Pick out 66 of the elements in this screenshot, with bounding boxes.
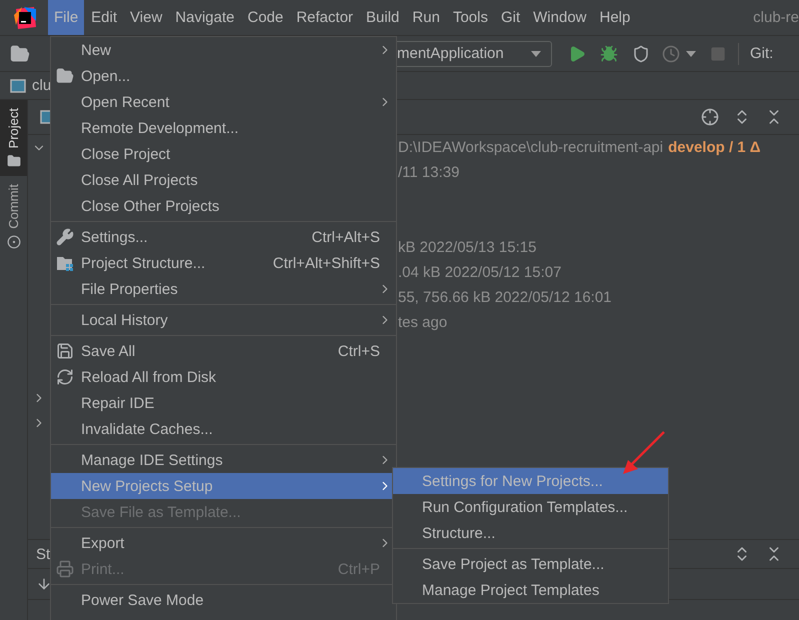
menu-title[interactable]: Build	[360, 0, 406, 35]
module-icon	[10, 78, 26, 92]
menu-item[interactable]: Run Configuration Templates...	[393, 494, 668, 520]
caret-icon	[531, 50, 541, 56]
shortcut-label: Ctrl+Alt+Shift+S	[272, 254, 380, 272]
menu-title[interactable]: Run	[406, 0, 446, 35]
menu-title[interactable]: Tools	[446, 0, 494, 35]
menu-title[interactable]: Window	[527, 0, 592, 35]
printer-icon	[56, 560, 74, 578]
menu-item[interactable]: Invalidate Caches...	[51, 416, 396, 442]
tree-item-text: kB 2022/05/13 15:15	[398, 239, 536, 256]
menu-item[interactable]: File Properties	[51, 276, 396, 302]
menu-item[interactable]: Structure...	[393, 520, 668, 546]
git-label: Git:	[750, 45, 774, 62]
annotation-arrow	[620, 430, 666, 476]
wrench-icon	[56, 228, 74, 246]
panel-title: St	[36, 546, 50, 562]
tree-item-text: /11 13:39	[398, 164, 460, 181]
menu-item[interactable]: Open Recent	[51, 89, 396, 115]
menu-item[interactable]: Repair IDE	[51, 390, 396, 416]
coverage-icon[interactable]	[632, 44, 650, 62]
save-icon	[56, 342, 74, 360]
tool-window-tab[interactable]: Commit	[0, 176, 27, 258]
menu-item[interactable]: Power Save Mode	[51, 587, 396, 613]
menu-item[interactable]: Settings... Ctrl+Alt+S	[51, 224, 396, 250]
app-logo-icon	[14, 6, 36, 28]
breadcrumb-item[interactable]: clu	[32, 77, 52, 94]
menu-item[interactable]: Save Project as Template...	[393, 551, 668, 577]
caret-icon[interactable]	[686, 50, 696, 56]
menu-item[interactable]: Close Other Projects	[51, 193, 396, 219]
commit-icon	[6, 235, 20, 250]
window-title: club-re	[753, 8, 799, 28]
menu-item[interactable]: Export	[51, 530, 396, 556]
shortcut-label: Ctrl+Alt+S	[312, 228, 380, 246]
menu-item[interactable]: Close Project	[51, 141, 396, 167]
menu-title[interactable]: View	[124, 0, 168, 35]
menu-title[interactable]: Help	[594, 0, 636, 35]
menu-item[interactable]: Close All Projects	[51, 167, 396, 193]
menu-item[interactable]: Local History	[51, 307, 396, 333]
sort-icon[interactable]	[36, 576, 52, 592]
menu-title[interactable]: Edit	[85, 0, 124, 35]
folder-open-icon	[56, 67, 74, 85]
tool-window-tab[interactable]: Project	[0, 100, 27, 176]
menu-item[interactable]: Manage IDE Settings	[51, 447, 396, 473]
menu-title[interactable]: Code	[241, 0, 290, 35]
run-icon[interactable]	[568, 44, 586, 62]
menu-item[interactable]: Project Structure... Ctrl+Alt+Shift+S	[51, 250, 396, 276]
menu-title[interactable]: Git	[494, 0, 526, 35]
refresh-icon	[56, 368, 74, 386]
folder-open-icon[interactable]	[10, 44, 30, 64]
tree-item-text: D:\IDEAWorkspace\club-recruitment-api	[398, 139, 664, 156]
menu-title[interactable]: Refactor	[290, 0, 360, 35]
tree-item-text: tes ago	[398, 314, 448, 331]
branch-label: develop / 1 Δ	[668, 139, 761, 156]
menu-item[interactable]: Manage Project Templates	[393, 577, 668, 603]
menu-title[interactable]: Navigate	[169, 0, 240, 35]
project-structure-icon	[56, 254, 74, 272]
menu-item[interactable]: Remote Development...	[51, 115, 396, 141]
tree-item-text: .04 kB 2022/05/12 15:07	[398, 264, 562, 281]
menu-item[interactable]: Reload All from Disk	[51, 364, 396, 390]
tree-item-text: 55, 756.66 kB 2022/05/12 16:01	[398, 289, 612, 306]
shortcut-label: Ctrl+S	[338, 342, 380, 360]
debug-icon[interactable]	[600, 44, 618, 62]
locate-icon[interactable]	[701, 108, 719, 126]
folder-icon	[6, 154, 20, 168]
menu-item[interactable]: Save All Ctrl+S	[51, 338, 396, 364]
